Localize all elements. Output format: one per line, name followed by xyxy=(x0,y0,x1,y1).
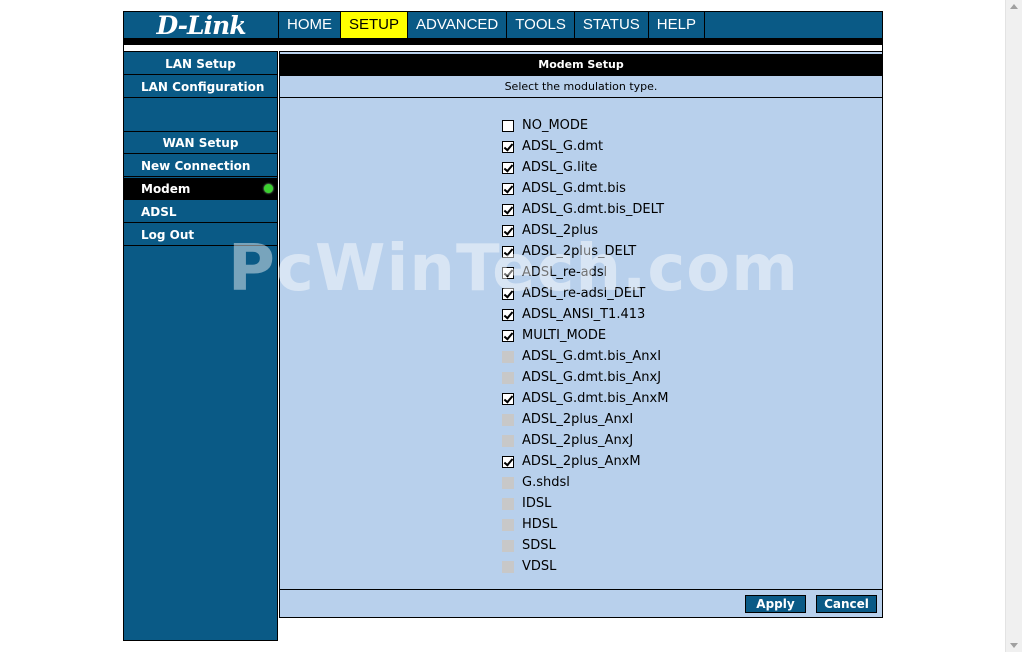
modulation-option[interactable]: MULTI_MODE xyxy=(502,325,802,346)
scroll-down-arrow-icon[interactable] xyxy=(1010,643,1018,648)
tab-tools[interactable]: TOOLS xyxy=(506,12,574,38)
tab-home[interactable]: HOME xyxy=(278,12,340,38)
tab-advanced[interactable]: ADVANCED xyxy=(407,12,506,38)
page-title: Modem Setup xyxy=(280,54,882,76)
modulation-checkbox[interactable] xyxy=(502,245,514,258)
modulation-label: ADSL_G.dmt xyxy=(522,139,604,154)
sidebar-item-lan-configuration[interactable]: LAN Configuration xyxy=(124,76,277,98)
tab-status[interactable]: STATUS xyxy=(573,12,648,38)
modulation-label: ADSL_G.dmt.bis xyxy=(522,181,626,196)
modulation-option[interactable]: ADSL_G.lite xyxy=(502,157,802,178)
modulation-checkbox[interactable] xyxy=(502,224,514,237)
modulation-checkbox[interactable] xyxy=(502,119,514,132)
tab-help[interactable]: HELP xyxy=(647,12,705,38)
modulation-label: ADSL_G.dmt.bis_AnxM xyxy=(522,391,669,406)
sidebar-item-modem[interactable]: Modem xyxy=(124,178,277,200)
modulation-label: ADSL_G.dmt.bis_DELT xyxy=(522,202,665,217)
modem-setup-panel: Modem Setup Select the modulation type. … xyxy=(279,51,883,618)
modulation-label: ADSL_re-adsl xyxy=(522,265,608,280)
modulation-option[interactable]: ADSL_G.dmt xyxy=(502,136,802,157)
modulation-label: IDSL xyxy=(522,496,552,511)
sidebar-spacer xyxy=(124,99,277,132)
modulation-label: MULTI_MODE xyxy=(522,328,607,343)
modulation-option: ADSL_2plus_AnxJ xyxy=(502,430,802,451)
modulation-checkbox[interactable] xyxy=(502,455,514,468)
modulation-option: HDSL xyxy=(502,514,802,535)
modulation-option: ADSL_2plus_AnxI xyxy=(502,409,802,430)
modulation-checkbox[interactable] xyxy=(502,329,514,342)
modulation-checkbox xyxy=(502,497,514,510)
modulation-option[interactable]: NO_MODE xyxy=(502,115,802,136)
sidebar-header-wan-setup: WAN Setup xyxy=(124,132,277,154)
modulation-label: ADSL_2plus_AnxJ xyxy=(522,433,634,448)
modulation-checkbox[interactable] xyxy=(502,161,514,174)
sidebar-item-adsl[interactable]: ADSL xyxy=(124,201,277,223)
sidebar-item-label: Modem xyxy=(141,182,191,196)
modulation-checkbox xyxy=(502,434,514,447)
modulation-option[interactable]: ADSL_ANSI_T1.413 xyxy=(502,304,802,325)
modulation-checkbox xyxy=(502,539,514,552)
modulation-option: G.shdsl xyxy=(502,472,802,493)
modulation-label: G.shdsl xyxy=(522,475,570,490)
button-bar: Apply Cancel xyxy=(280,589,882,617)
sidebar: LAN Setup LAN Configuration WAN Setup Ne… xyxy=(123,51,278,641)
page-instructions: Select the modulation type. xyxy=(280,76,882,98)
sidebar-item-new-connection[interactable]: New Connection xyxy=(124,155,277,177)
tab-setup[interactable]: SETUP xyxy=(340,12,408,38)
modulation-checkbox xyxy=(502,560,514,573)
modulation-label: ADSL_G.dmt.bis_AnxI xyxy=(522,349,662,364)
modulation-checkbox[interactable] xyxy=(502,308,514,321)
modulation-checkbox[interactable] xyxy=(502,182,514,195)
header-bar: D-Link HOME SETUP ADVANCED TOOLS STATUS … xyxy=(123,11,883,39)
modulation-option[interactable]: ADSL_2plus_AnxM xyxy=(502,451,802,472)
modulation-option: IDSL xyxy=(502,493,802,514)
cancel-button[interactable]: Cancel xyxy=(816,595,877,613)
modulation-checkbox[interactable] xyxy=(502,140,514,153)
modulation-checkbox xyxy=(502,518,514,531)
modulation-label: ADSL_re-adsl_DELT xyxy=(522,286,646,301)
modulation-checkbox[interactable] xyxy=(502,203,514,216)
sidebar-header-lan-setup: LAN Setup xyxy=(124,53,277,75)
modulation-checkbox[interactable] xyxy=(502,287,514,300)
modulation-option[interactable]: ADSL_re-adsl xyxy=(502,262,802,283)
modulation-label: ADSL_G.dmt.bis_AnxJ xyxy=(522,370,662,385)
modulation-checkbox xyxy=(502,371,514,384)
modulation-option[interactable]: ADSL_G.dmt.bis xyxy=(502,178,802,199)
active-indicator-icon xyxy=(264,184,273,193)
scroll-up-arrow-icon[interactable] xyxy=(1010,4,1018,9)
modulation-label: SDSL xyxy=(522,538,556,553)
modulation-option[interactable]: ADSL_G.dmt.bis_AnxM xyxy=(502,388,802,409)
dlink-logo: D-Link xyxy=(156,11,246,40)
modulation-label: ADSL_2plus_AnxM xyxy=(522,454,641,469)
modulation-checkbox[interactable] xyxy=(502,266,514,279)
modulation-option: ADSL_G.dmt.bis_AnxI xyxy=(502,346,802,367)
modulation-label: HDSL xyxy=(522,517,558,532)
vertical-scrollbar[interactable] xyxy=(1005,0,1022,652)
modulation-checkbox xyxy=(502,476,514,489)
modulation-label: VDSL xyxy=(522,559,557,574)
modulation-label: ADSL_ANSI_T1.413 xyxy=(522,307,646,322)
modulation-checkbox xyxy=(502,413,514,426)
modulation-checkbox xyxy=(502,350,514,363)
modulation-label: ADSL_2plus_DELT xyxy=(522,244,637,259)
modulation-option: ADSL_G.dmt.bis_AnxJ xyxy=(502,367,802,388)
modulation-checkbox[interactable] xyxy=(502,392,514,405)
modulation-option[interactable]: ADSL_2plus_DELT xyxy=(502,241,802,262)
modulation-label: ADSL_2plus xyxy=(522,223,599,238)
modulation-label: ADSL_G.lite xyxy=(522,160,598,175)
modulation-option[interactable]: ADSL_2plus xyxy=(502,220,802,241)
modulation-label: ADSL_2plus_AnxI xyxy=(522,412,634,427)
router-admin-page: D-Link HOME SETUP ADVANCED TOOLS STATUS … xyxy=(123,11,883,641)
modulation-option: SDSL xyxy=(502,535,802,556)
apply-button[interactable]: Apply xyxy=(745,595,806,613)
modulation-option[interactable]: ADSL_G.dmt.bis_DELT xyxy=(502,199,802,220)
modulation-option: VDSL xyxy=(502,556,802,577)
top-nav: HOME SETUP ADVANCED TOOLS STATUS HELP xyxy=(278,12,705,38)
sidebar-item-log-out[interactable]: Log Out xyxy=(124,224,277,246)
modulation-option[interactable]: ADSL_re-adsl_DELT xyxy=(502,283,802,304)
modulation-label: NO_MODE xyxy=(522,118,589,133)
